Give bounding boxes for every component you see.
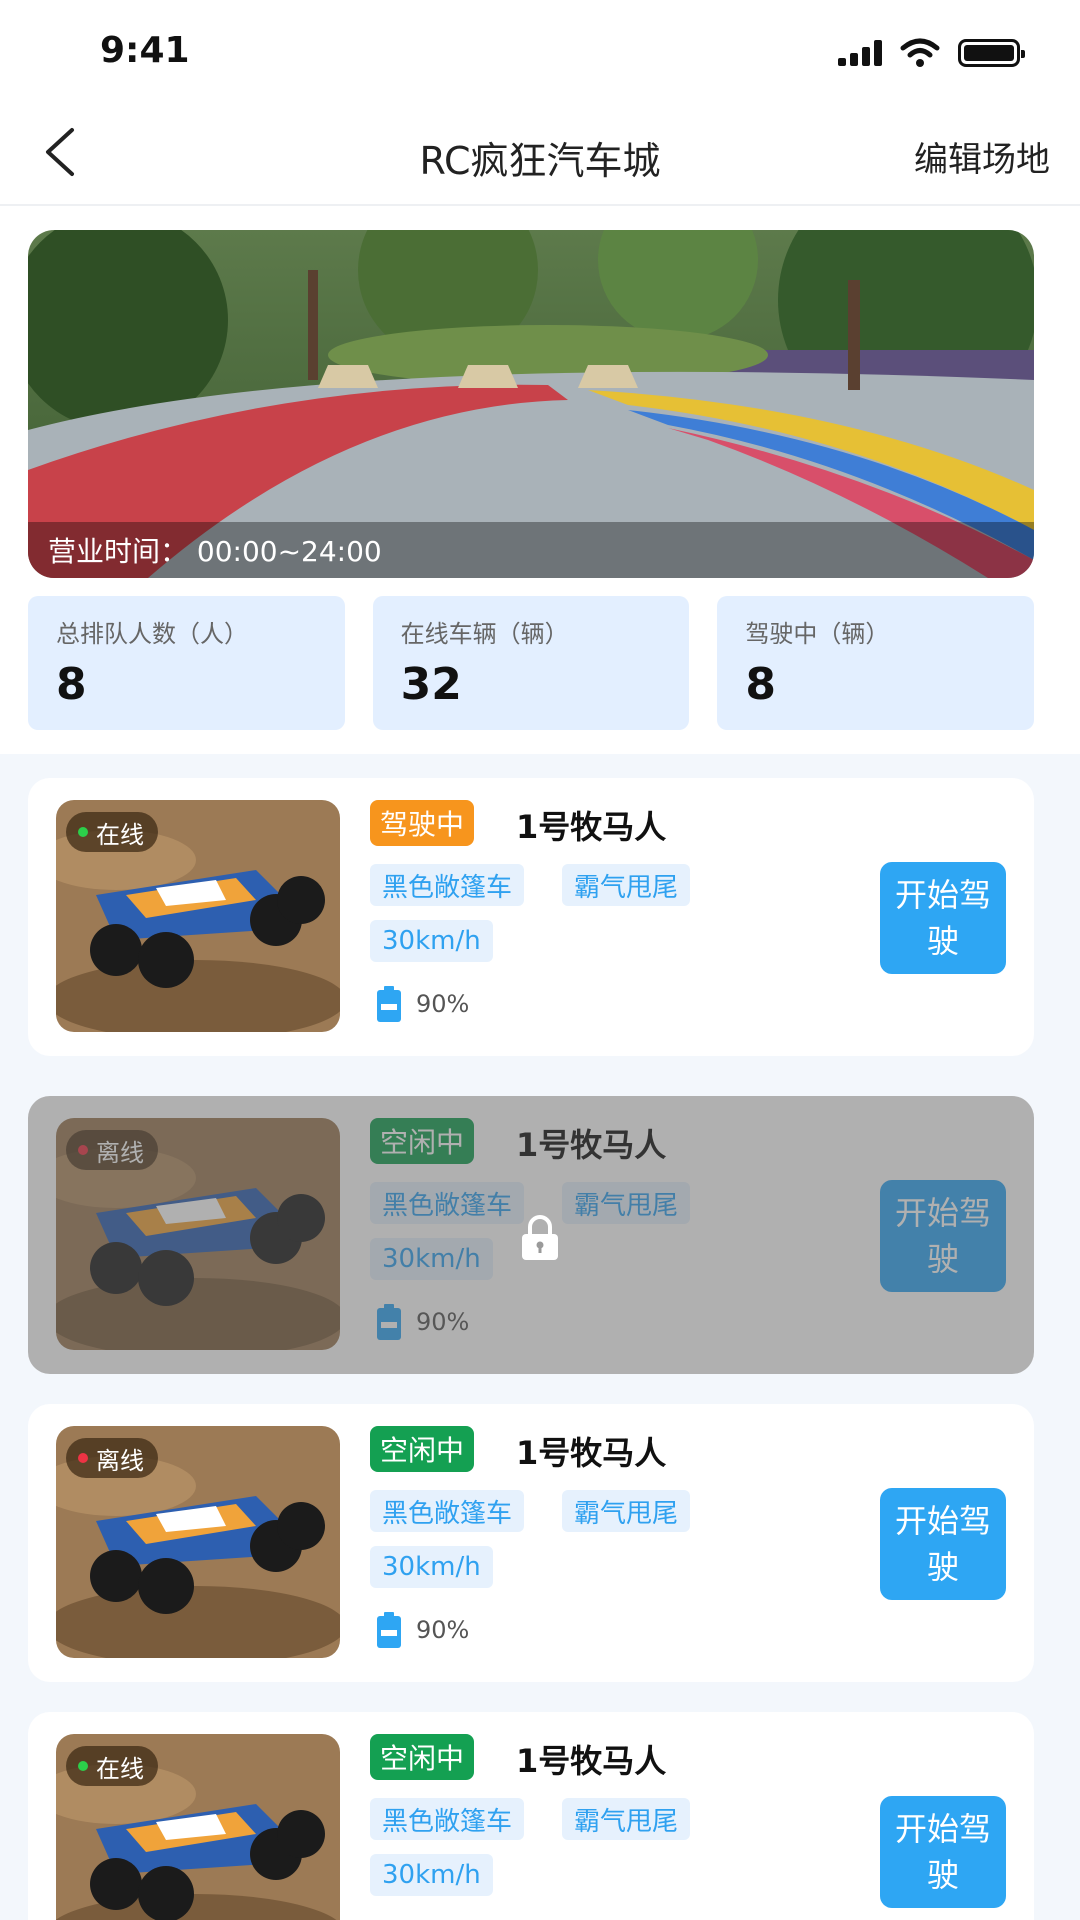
stat-label: 在线车辆（辆） [400,620,569,648]
start-driving-button[interactable]: 开始驾驶 [880,1180,1006,1292]
battery-row: 90% [376,1304,469,1340]
car-tag: 黑色敞篷车 [370,1182,525,1224]
online-status-text: 离线 [96,1138,144,1167]
online-status-badge: 离线 [66,1438,158,1478]
stat-queue: 总排队人数（人） 8 [28,596,345,730]
status-time: 9:41 [100,30,190,71]
car-name: 1号牧马人 [516,808,667,846]
car-name: 1号牧马人 [516,1742,667,1780]
car-photo: 在线 [56,800,340,1032]
stat-driving: 驾驶中（辆） 8 [717,596,1035,730]
battery-level: 90% [416,1308,470,1336]
car-card[interactable]: 离线 空闲中 1号牧马人 黑色敞篷车 霸气甩尾 30km/h 90% 开始驾驶 [28,1404,1034,1682]
lock-icon [522,1215,558,1260]
car-tag: 霸气甩尾 [562,1490,691,1532]
stat-value: 32 [400,659,462,710]
stat-online-vehicles: 在线车辆（辆） 32 [372,596,690,730]
battery-level: 90% [416,990,470,1018]
online-status-text: 在线 [96,1754,144,1783]
edit-venue-button[interactable]: 编辑场地 [914,132,1050,181]
start-driving-button[interactable]: 开始驾驶 [880,1796,1006,1908]
car-tag: 霸气甩尾 [562,864,691,906]
offline-dot-icon [78,1453,88,1463]
offline-dot-icon [78,1145,88,1155]
speed-tag: 30km/h [370,1238,493,1280]
car-name: 1号牧马人 [516,1434,667,1472]
battery-level: 90% [416,1616,470,1644]
car-tag: 霸气甩尾 [562,1182,691,1224]
online-dot-icon [78,827,88,837]
online-status-text: 在线 [96,820,144,849]
online-dot-icon [78,1761,88,1771]
stat-label: 总排队人数（人） [56,620,248,648]
online-status-badge: 离线 [66,1130,158,1170]
stats-row: 总排队人数（人） 8 在线车辆（辆） 32 驾驶中（辆） 8 [28,596,1035,730]
nav-bar: RC疯狂汽车城 编辑场地 [0,100,1080,206]
car-tag: 黑色敞篷车 [370,1798,525,1840]
car-tag: 黑色敞篷车 [370,1490,525,1532]
online-status-text: 离线 [96,1446,144,1475]
drive-status-tag: 空闲中 [370,1426,475,1472]
start-driving-button[interactable]: 开始驾驶 [880,1488,1006,1600]
car-tag: 黑色敞篷车 [370,864,525,906]
car-tag: 霸气甩尾 [562,1798,691,1840]
drive-status-tag: 驾驶中 [370,800,475,846]
wifi-icon [900,38,940,67]
status-icons [838,38,1025,68]
signal-icon [838,40,882,66]
car-card[interactable]: 在线 驾驶中 1号牧马人 黑色敞篷车 霸气甩尾 30km/h 90% 开始驾驶 [28,778,1034,1056]
speed-tag: 30km/h [370,920,493,962]
stat-value: 8 [56,659,87,710]
stat-label: 驾驶中（辆） [745,620,890,648]
battery-row: 90% [376,986,469,1022]
battery-icon [377,1304,401,1340]
drive-status-tag: 空闲中 [370,1118,475,1164]
drive-status-tag: 空闲中 [370,1734,475,1780]
car-card[interactable]: 离线 空闲中 1号牧马人 黑色敞篷车 霸气甩尾 30km/h 90% 开始驾驶 [28,1096,1034,1374]
battery-status-icon [958,39,1025,67]
car-photo: 在线 [56,1734,340,1920]
status-bar: 9:41 [0,0,1080,100]
business-hours: 营业时间： 00:00~24:00 [28,522,1034,578]
car-name: 1号牧马人 [516,1126,667,1164]
car-card[interactable]: 在线 空闲中 1号牧马人 黑色敞篷车 霸气甩尾 30km/h 开始驾驶 [28,1712,1034,1920]
start-driving-button[interactable]: 开始驾驶 [880,862,1006,974]
speed-tag: 30km/h [370,1546,493,1588]
online-status-badge: 在线 [66,812,158,852]
car-photo: 离线 [56,1426,340,1658]
venue-banner: 营业时间： 00:00~24:00 [28,230,1034,578]
battery-icon [377,1612,401,1648]
stat-value: 8 [745,659,776,710]
speed-tag: 30km/h [370,1854,493,1896]
online-status-badge: 在线 [66,1746,158,1786]
car-photo: 离线 [56,1118,340,1350]
battery-icon [377,986,401,1022]
battery-row: 90% [376,1612,469,1648]
